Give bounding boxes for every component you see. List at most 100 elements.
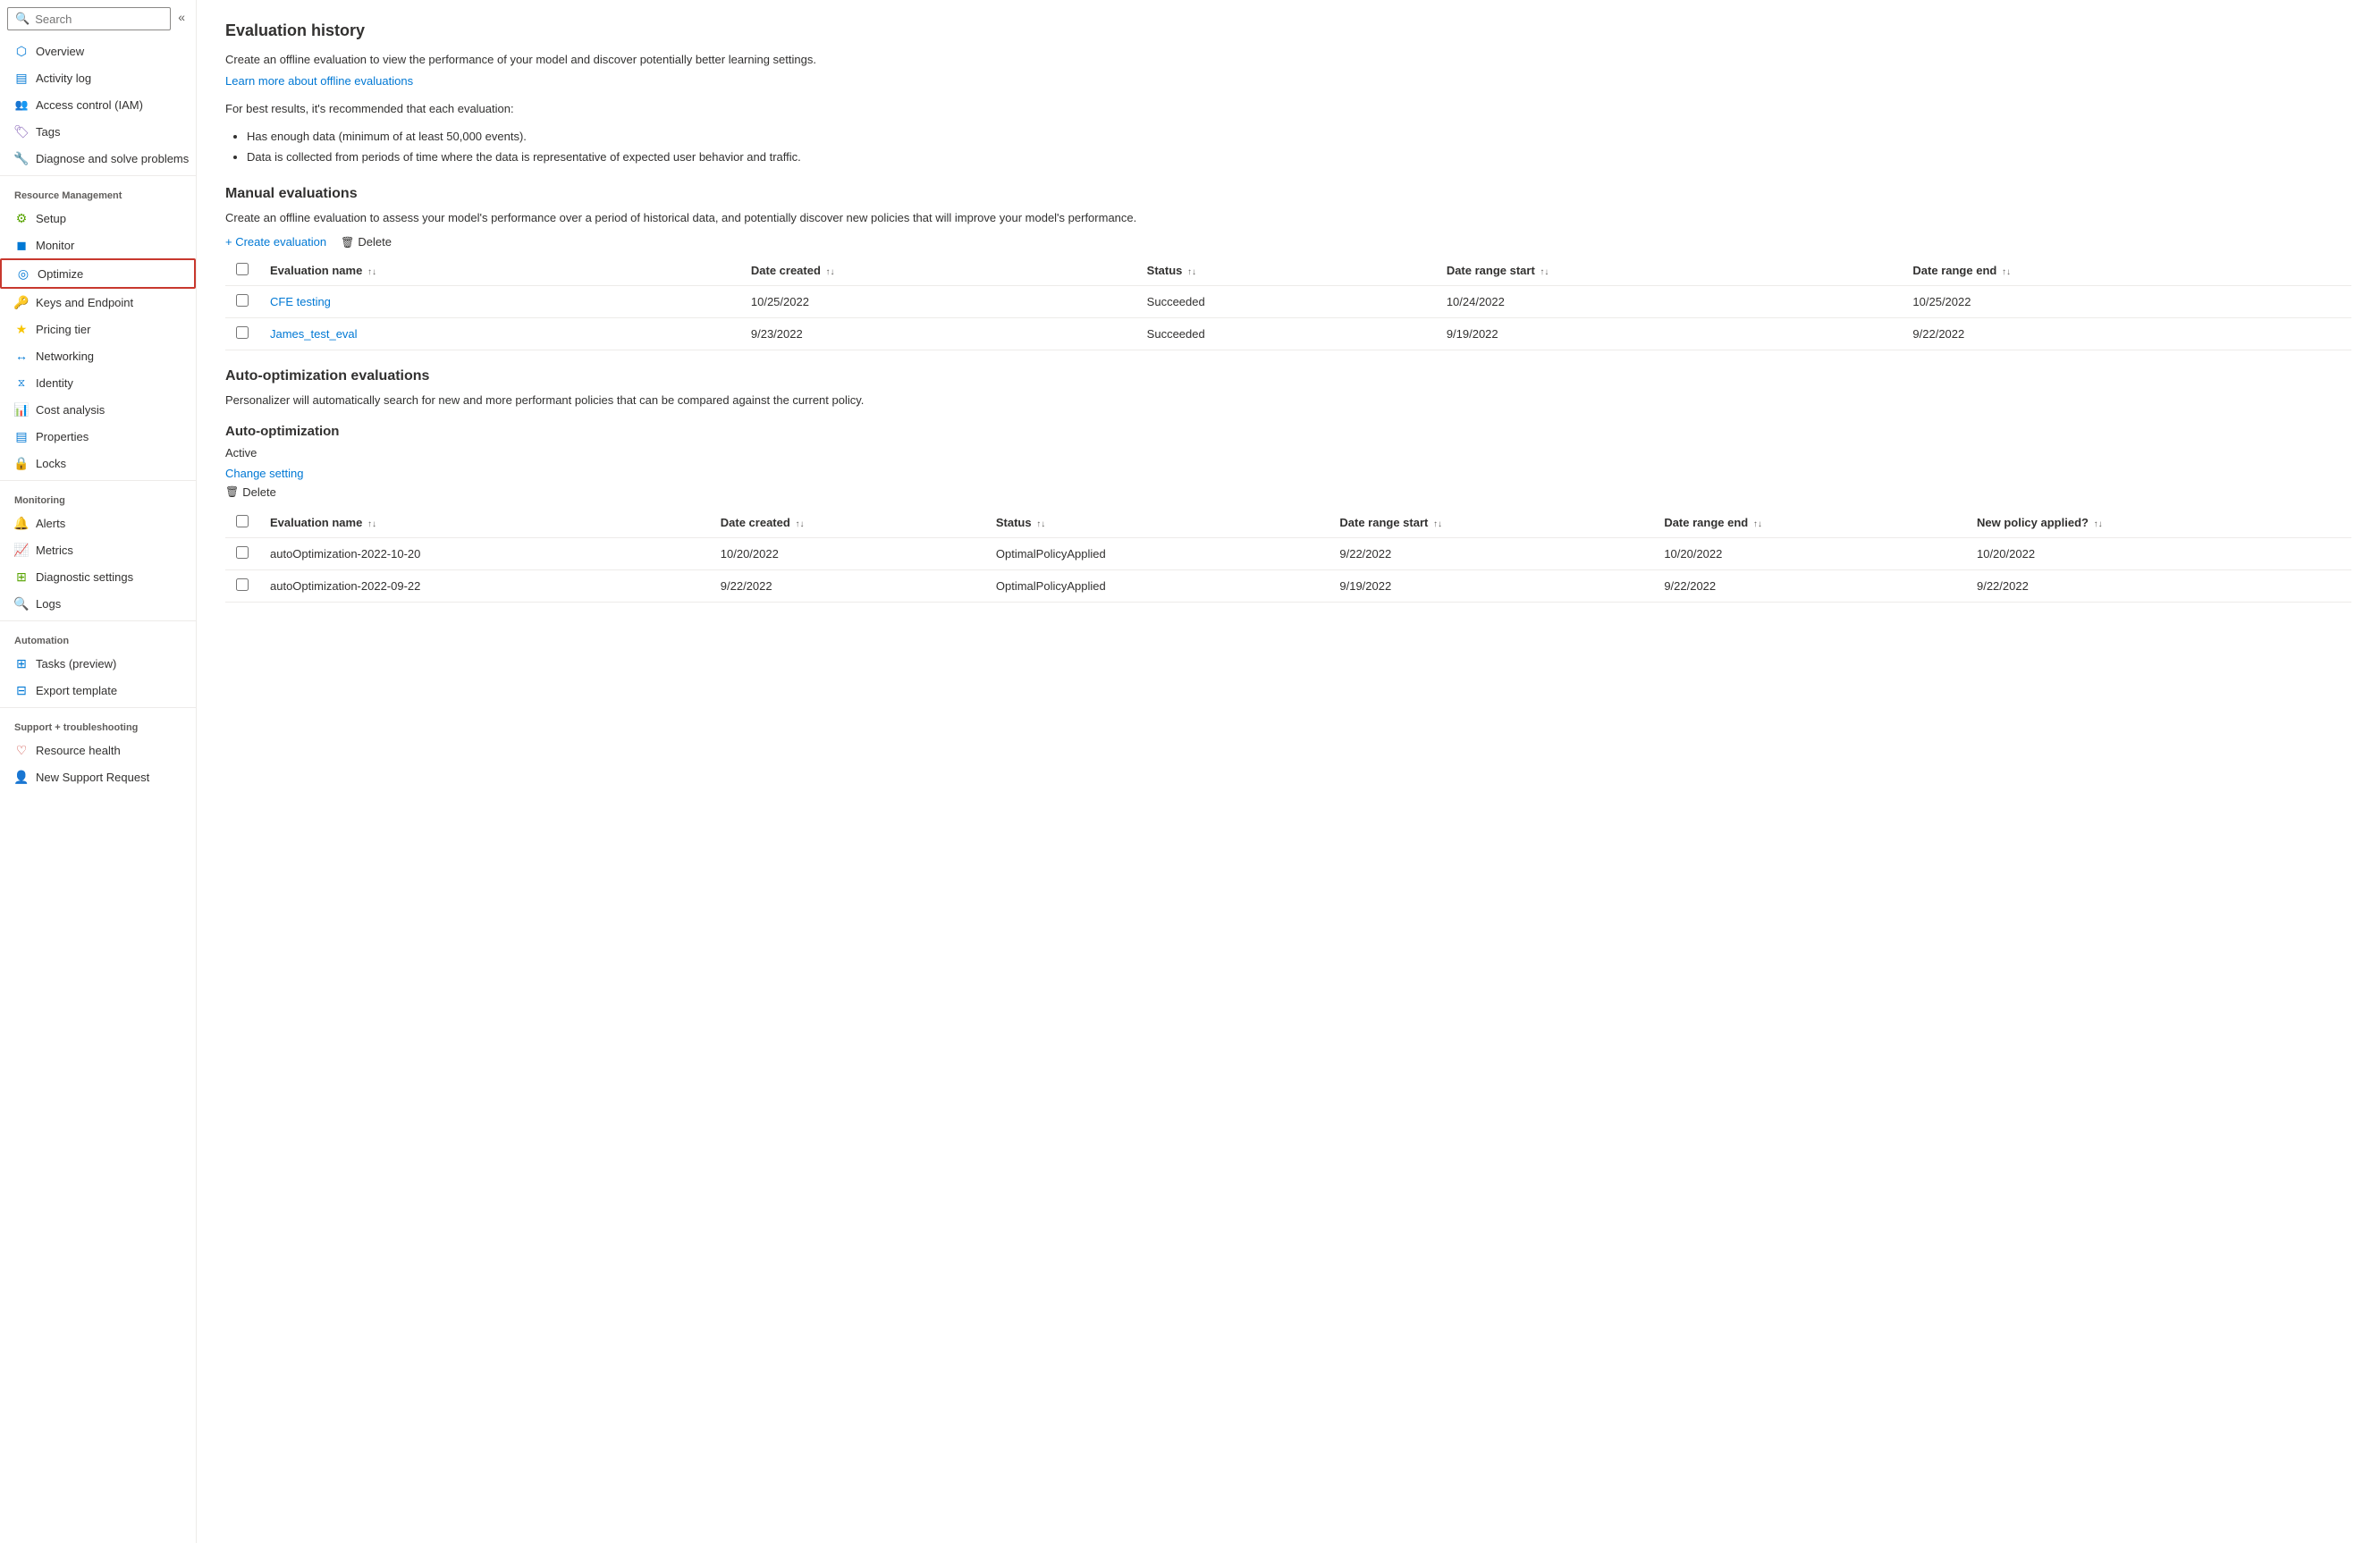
sidebar-item-setup[interactable]: ⚙ Setup [0, 205, 196, 232]
identity-icon: ⧖ [14, 375, 29, 390]
sort-icon-status-manual[interactable]: ↑↓ [1187, 267, 1196, 277]
sidebar-item-optimize[interactable]: ◎ Optimize [0, 258, 196, 289]
row-checkbox-0[interactable] [236, 294, 249, 307]
th-eval-name-auto[interactable]: Evaluation name ↑↓ [259, 508, 710, 538]
sidebar-search-row: 🔍 « [0, 0, 196, 34]
select-all-manual-checkbox[interactable] [236, 263, 249, 275]
td-date-created-1: 9/23/2022 [740, 318, 1136, 350]
access-control-icon: 👥 [14, 97, 29, 112]
sidebar-label-resource-health: Resource health [36, 744, 121, 757]
sort-icon-name-manual[interactable]: ↑↓ [367, 267, 376, 277]
sort-icon-date-end-auto[interactable]: ↑↓ [1753, 519, 1762, 529]
sidebar-support-items: ♡ Resource health 👤 New Support Request [0, 737, 196, 790]
row-checkbox-auto-0[interactable] [236, 546, 249, 559]
row-checkbox-1[interactable] [236, 326, 249, 339]
sidebar-item-alerts[interactable]: 🔔 Alerts [0, 510, 196, 536]
delete-auto-opt[interactable]: 🗑 Delete [225, 485, 2351, 499]
sidebar-item-resource-health[interactable]: ♡ Resource health [0, 737, 196, 763]
setup-icon: ⚙ [14, 211, 29, 225]
table-row: James_test_eval 9/23/2022 Succeeded 9/19… [225, 318, 2351, 350]
networking-icon: ↔ [14, 349, 29, 363]
sidebar-label-export-template: Export template [36, 684, 117, 697]
sidebar-item-new-support[interactable]: 👤 New Support Request [0, 763, 196, 790]
eval-name-link-1[interactable]: James_test_eval [270, 327, 358, 341]
td-auto-status-0: OptimalPolicyApplied [985, 537, 1329, 569]
sidebar-label-diagnostic-settings: Diagnostic settings [36, 570, 133, 584]
tasks-icon: ⊞ [14, 656, 29, 670]
sidebar-item-diagnostic-settings[interactable]: ⊞ Diagnostic settings [0, 563, 196, 590]
td-auto-new-policy-1: 9/22/2022 [1966, 569, 2351, 602]
sort-icon-date-created-manual[interactable]: ↑↓ [826, 267, 835, 277]
pricing-icon: ★ [14, 322, 29, 336]
td-auto-date-start-1: 9/19/2022 [1329, 569, 1653, 602]
delete-icon-auto: 🗑 [225, 485, 239, 498]
td-auto-date-end-0: 10/20/2022 [1653, 537, 1966, 569]
th-date-created-manual[interactable]: Date created ↑↓ [740, 256, 1136, 286]
sidebar-item-overview[interactable]: ⬡ Overview [0, 38, 196, 64]
th-new-policy-auto[interactable]: New policy applied? ↑↓ [1966, 508, 2351, 538]
td-status-0: Succeeded [1136, 286, 1436, 318]
sort-icon-date-start-manual[interactable]: ↑↓ [1540, 267, 1549, 277]
collapse-button[interactable]: « [174, 8, 189, 26]
sidebar-item-tasks[interactable]: ⊞ Tasks (preview) [0, 650, 196, 677]
search-input[interactable] [35, 13, 163, 26]
manual-eval-table: Evaluation name ↑↓ Date created ↑↓ Statu… [225, 256, 2351, 350]
sidebar-item-properties[interactable]: ▤ Properties [0, 423, 196, 450]
sort-icon-status-auto[interactable]: ↑↓ [1036, 519, 1045, 529]
th-date-created-auto[interactable]: Date created ↑↓ [710, 508, 985, 538]
sidebar-item-diagnose[interactable]: 🔧 Diagnose and solve problems [0, 145, 196, 172]
sort-icon-date-end-manual[interactable]: ↑↓ [2002, 267, 2011, 277]
sidebar-label-metrics: Metrics [36, 544, 73, 557]
sidebar-item-metrics[interactable]: 📈 Metrics [0, 536, 196, 563]
logs-icon: 🔍 [14, 596, 29, 611]
sidebar-item-pricing[interactable]: ★ Pricing tier [0, 316, 196, 342]
sidebar-item-activity-log[interactable]: ▤ Activity log [0, 64, 196, 91]
select-all-auto-checkbox[interactable] [236, 515, 249, 527]
td-auto-status-1: OptimalPolicyApplied [985, 569, 1329, 602]
sort-icon-new-policy-auto[interactable]: ↑↓ [2094, 519, 2103, 529]
eval-name-link-0[interactable]: CFE testing [270, 295, 331, 308]
th-date-end-manual[interactable]: Date range end ↑↓ [1902, 256, 2351, 286]
delete-button-manual[interactable]: 🗑 Delete [341, 235, 392, 249]
sidebar-item-locks[interactable]: 🔒 Locks [0, 450, 196, 476]
auto-eval-table: Evaluation name ↑↓ Date created ↑↓ Statu… [225, 508, 2351, 603]
sidebar-label-access-control: Access control (IAM) [36, 98, 143, 112]
th-eval-name-manual[interactable]: Evaluation name ↑↓ [259, 256, 740, 286]
th-status-manual[interactable]: Status ↑↓ [1136, 256, 1436, 286]
td-date-start-1: 9/19/2022 [1436, 318, 1903, 350]
create-evaluation-button[interactable]: + Create evaluation [225, 235, 326, 249]
td-auto-new-policy-0: 10/20/2022 [1966, 537, 2351, 569]
sidebar-item-keys[interactable]: 🔑 Keys and Endpoint [0, 289, 196, 316]
sort-icon-name-auto[interactable]: ↑↓ [367, 519, 376, 529]
sidebar-item-tags[interactable]: 🏷 Tags [0, 118, 196, 145]
sidebar-item-cost[interactable]: 📊 Cost analysis [0, 396, 196, 423]
table-row: CFE testing 10/25/2022 Succeeded 10/24/2… [225, 286, 2351, 318]
sidebar-item-logs[interactable]: 🔍 Logs [0, 590, 196, 617]
learn-more-link[interactable]: Learn more about offline evaluations [225, 74, 413, 88]
th-date-end-auto[interactable]: Date range end ↑↓ [1653, 508, 1966, 538]
th-date-start-manual[interactable]: Date range start ↑↓ [1436, 256, 1903, 286]
th-date-start-auto[interactable]: Date range start ↑↓ [1329, 508, 1653, 538]
row-checkbox-auto-1[interactable] [236, 578, 249, 591]
sidebar-item-access-control[interactable]: 👥 Access control (IAM) [0, 91, 196, 118]
search-box[interactable]: 🔍 [7, 7, 171, 30]
td-auto-name-0: autoOptimization-2022-10-20 [259, 537, 710, 569]
sidebar-label-tasks: Tasks (preview) [36, 657, 116, 670]
sidebar-item-export-template[interactable]: ⊟ Export template [0, 677, 196, 704]
th-checkbox-manual [225, 256, 259, 286]
change-setting-link[interactable]: Change setting [225, 467, 303, 480]
activity-log-icon: ▤ [14, 71, 29, 85]
sidebar-item-networking[interactable]: ↔ Networking [0, 342, 196, 369]
sidebar-label-properties: Properties [36, 430, 89, 443]
bullet-item-1: Has enough data (minimum of at least 50,… [247, 126, 2351, 147]
sort-icon-date-created-auto[interactable]: ↑↓ [795, 519, 804, 529]
metrics-icon: 📈 [14, 543, 29, 557]
th-status-auto[interactable]: Status ↑↓ [985, 508, 1329, 538]
sidebar-item-monitor[interactable]: ◼ Monitor [0, 232, 196, 258]
sidebar-label-alerts: Alerts [36, 517, 65, 530]
td-date-end-0: 10/25/2022 [1902, 286, 2351, 318]
td-checkbox-auto-1 [225, 569, 259, 602]
locks-icon: 🔒 [14, 456, 29, 470]
sort-icon-date-start-auto[interactable]: ↑↓ [1433, 519, 1442, 529]
sidebar-item-identity[interactable]: ⧖ Identity [0, 369, 196, 396]
